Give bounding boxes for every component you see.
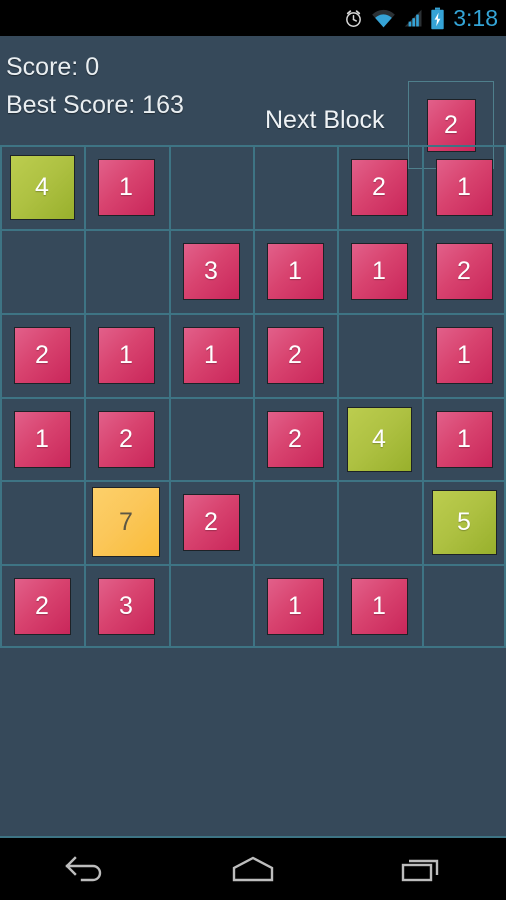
- wifi-icon: [371, 6, 396, 30]
- board-cell[interactable]: [0, 229, 84, 313]
- board-cell[interactable]: 7: [84, 480, 168, 564]
- board-cell[interactable]: 1: [253, 564, 337, 648]
- board-cell[interactable]: 1: [84, 313, 168, 397]
- game-board[interactable]: 4121311221121122417252311: [0, 145, 506, 648]
- board-tile[interactable]: 4: [9, 154, 75, 220]
- next-block-tile: 2: [426, 98, 476, 152]
- board-cell[interactable]: 1: [337, 229, 421, 313]
- board-tile[interactable]: 2: [435, 242, 493, 300]
- board-cell[interactable]: 2: [253, 313, 337, 397]
- board-tile[interactable]: 1: [266, 577, 324, 635]
- board-cell[interactable]: [253, 145, 337, 229]
- board-cell[interactable]: [0, 480, 84, 564]
- home-button[interactable]: [198, 838, 308, 900]
- board-tile[interactable]: 2: [350, 158, 408, 216]
- board-cell[interactable]: 1: [422, 313, 506, 397]
- back-button[interactable]: [29, 838, 139, 900]
- board-cell[interactable]: 1: [0, 397, 84, 481]
- board-tile[interactable]: 7: [92, 487, 160, 557]
- board-tile[interactable]: 3: [182, 242, 240, 300]
- board-cell[interactable]: 1: [422, 145, 506, 229]
- board-tile[interactable]: 1: [435, 410, 493, 468]
- board-cell[interactable]: 3: [84, 564, 168, 648]
- board-cell[interactable]: [337, 480, 421, 564]
- board-tile[interactable]: 1: [435, 326, 493, 384]
- android-navigation-bar: [0, 838, 506, 900]
- board-tile[interactable]: 1: [350, 242, 408, 300]
- score-panel: Score: 0 Best Score: 163: [6, 48, 184, 124]
- board-cell[interactable]: 4: [0, 145, 84, 229]
- board-cell[interactable]: 2: [422, 229, 506, 313]
- board-cell[interactable]: [337, 313, 421, 397]
- board-tile[interactable]: 4: [346, 406, 412, 472]
- status-bar: 3:18: [0, 0, 506, 36]
- battery-charging-icon: [430, 6, 445, 30]
- board-tile[interactable]: 5: [431, 489, 497, 555]
- board-tile[interactable]: 3: [97, 577, 155, 635]
- board-cell[interactable]: [253, 480, 337, 564]
- board-cell[interactable]: 1: [253, 229, 337, 313]
- board-cell[interactable]: [422, 564, 506, 648]
- board-cell[interactable]: 2: [169, 480, 253, 564]
- board-cell[interactable]: 1: [169, 313, 253, 397]
- board-cell[interactable]: 3: [169, 229, 253, 313]
- alarm-clock-icon: [343, 6, 364, 30]
- board-tile[interactable]: 2: [182, 493, 240, 551]
- cellular-signal-icon: [403, 6, 423, 30]
- board-cell[interactable]: [84, 229, 168, 313]
- board-cell[interactable]: 2: [253, 397, 337, 481]
- board-tile[interactable]: 1: [97, 158, 155, 216]
- board-tile[interactable]: 2: [13, 326, 71, 384]
- board-tile[interactable]: 2: [97, 410, 155, 468]
- app-screen: 3:18 Score: 0 Best Score: 163 Next Block…: [0, 0, 506, 900]
- board-tile[interactable]: 1: [182, 326, 240, 384]
- board-tile[interactable]: 2: [266, 326, 324, 384]
- board-cell[interactable]: 1: [422, 397, 506, 481]
- board-cell[interactable]: [169, 397, 253, 481]
- board-tile[interactable]: 1: [13, 410, 71, 468]
- board-tile[interactable]: 1: [266, 242, 324, 300]
- status-bar-clock: 3:18: [453, 5, 498, 31]
- board-tile[interactable]: 1: [97, 326, 155, 384]
- board-cell[interactable]: [169, 564, 253, 648]
- next-block-label: Next Block: [265, 106, 385, 134]
- recents-button[interactable]: [367, 838, 477, 900]
- board-cell[interactable]: 1: [84, 145, 168, 229]
- current-score-label: Score: 0: [6, 53, 100, 81]
- best-score-label: Best Score: 163: [6, 91, 184, 119]
- board-cell[interactable]: 2: [337, 145, 421, 229]
- board-cell[interactable]: 2: [0, 313, 84, 397]
- board-cell[interactable]: 2: [84, 397, 168, 481]
- board-cell[interactable]: 1: [337, 564, 421, 648]
- board-cell[interactable]: [169, 145, 253, 229]
- board-tile[interactable]: 2: [266, 410, 324, 468]
- board-cell[interactable]: 4: [337, 397, 421, 481]
- board-tile[interactable]: 2: [13, 577, 71, 635]
- board-tile[interactable]: 1: [435, 158, 493, 216]
- board-tile[interactable]: 1: [350, 577, 408, 635]
- game-header: Score: 0 Best Score: 163 Next Block 2: [0, 36, 506, 169]
- board-cell[interactable]: 2: [0, 564, 84, 648]
- board-cell[interactable]: 5: [422, 480, 506, 564]
